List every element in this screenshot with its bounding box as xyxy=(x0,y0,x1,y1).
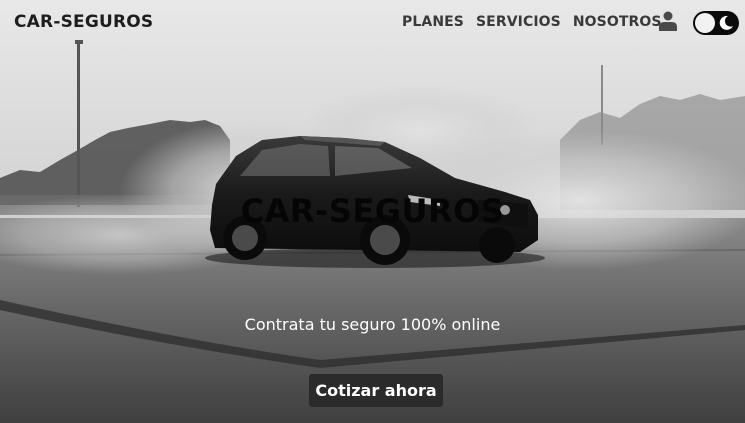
nav-link-servicios[interactable]: SERVICIOS xyxy=(476,14,561,30)
nav-links: PLANES SERVICIOS NOSOTROS xyxy=(402,14,662,30)
hero-subtitle: Contrata tu seguro 100% online xyxy=(244,315,501,334)
user-icon[interactable] xyxy=(659,11,677,31)
toggle-knob xyxy=(695,13,715,33)
brand-logo[interactable]: CAR-SEGUROS xyxy=(14,12,153,32)
quote-now-button[interactable]: Cotizar ahora xyxy=(309,374,443,407)
navbar: CAR-SEGUROS PLANES SERVICIOS NOSOTROS xyxy=(0,0,745,46)
nav-link-planes[interactable]: PLANES xyxy=(402,14,464,30)
hero-title: CAR-SEGUROS xyxy=(240,192,505,230)
hero-section: CAR-SEGUROS PLANES SERVICIOS NOSOTROS CA… xyxy=(0,0,745,423)
nav-link-nosotros[interactable]: NOSOTROS xyxy=(573,14,662,30)
moon-icon xyxy=(719,15,733,30)
theme-toggle[interactable] xyxy=(693,11,739,35)
